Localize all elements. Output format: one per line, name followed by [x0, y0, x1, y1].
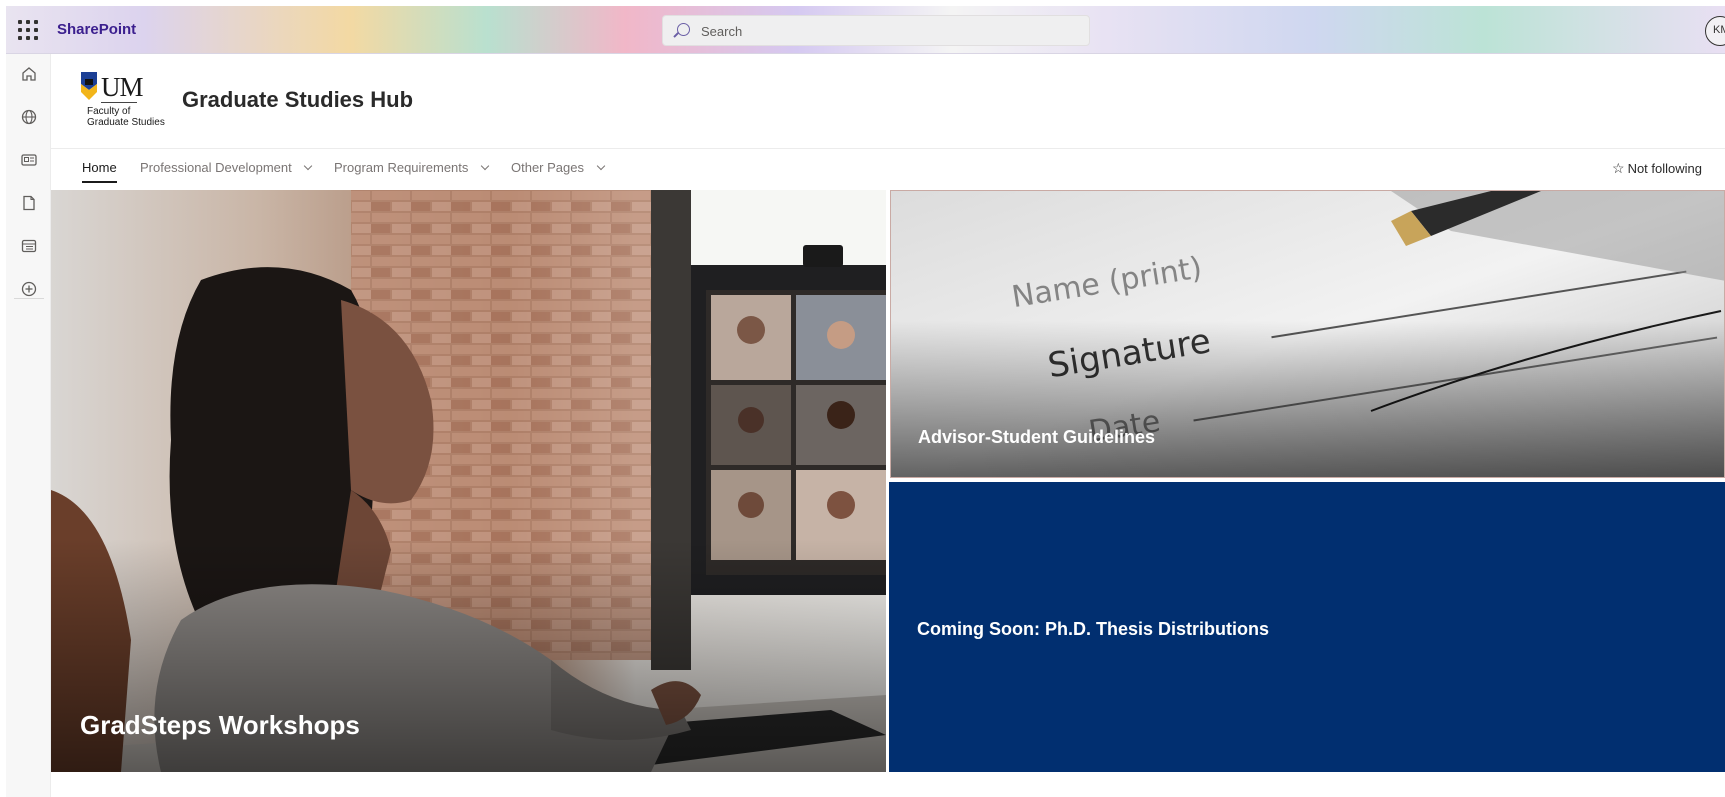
- search-icon: [677, 23, 690, 36]
- page-canvas-bottom: [51, 772, 1725, 797]
- follow-label: Not following: [1627, 161, 1702, 176]
- add-icon[interactable]: [20, 280, 38, 298]
- follow-button[interactable]: ☆ Not following: [1612, 160, 1702, 177]
- list-icon[interactable]: [20, 237, 38, 255]
- nav-item-label: Home: [82, 160, 117, 175]
- app-launcher-icon[interactable]: [18, 20, 38, 40]
- nav-item-professional-development[interactable]: Professional Development: [140, 160, 313, 175]
- hero-tile-advisor-guidelines[interactable]: Name (print) Signature Date Advisor-Stud…: [890, 190, 1725, 478]
- home-icon[interactable]: [20, 65, 38, 83]
- globe-icon[interactable]: [20, 108, 38, 126]
- file-icon[interactable]: [20, 194, 38, 212]
- app-name-link[interactable]: SharePoint: [57, 21, 136, 38]
- nav-item-home[interactable]: Home: [82, 160, 117, 183]
- chevron-down-icon: [480, 161, 490, 171]
- news-icon[interactable]: [20, 151, 38, 169]
- chevron-down-icon: [596, 161, 605, 171]
- hero-web-part: GradSteps Workshops Na: [51, 190, 1725, 772]
- rail-divider: [14, 298, 44, 299]
- hero-tile-thesis-distributions[interactable]: Coming Soon: Ph.D. Thesis Distributions: [889, 482, 1725, 772]
- site-navigation: Home Professional Development Program Re…: [51, 149, 1725, 190]
- avatar[interactable]: KM: [1705, 16, 1725, 46]
- search-box[interactable]: Search: [662, 15, 1090, 46]
- site-title[interactable]: Graduate Studies Hub: [182, 87, 413, 113]
- left-app-bar: [6, 54, 51, 797]
- sharepoint-page: SharePoint Search KM: [0, 0, 1725, 797]
- nav-item-label: Other Pages: [511, 160, 584, 175]
- site-logo[interactable]: UM Faculty of Graduate Studies: [79, 68, 165, 138]
- active-indicator: [82, 181, 117, 183]
- hero-tile-title: Coming Soon: Ph.D. Thesis Distributions: [917, 619, 1270, 639]
- logo-rule: [101, 102, 137, 103]
- logo-subtitle: Faculty of Graduate Studies: [87, 106, 165, 128]
- star-icon: ☆: [1612, 160, 1625, 176]
- logo-subtitle-line2: Graduate Studies: [87, 117, 165, 128]
- woman-video-call-image: [51, 190, 886, 772]
- search-placeholder: Search: [701, 24, 743, 39]
- suite-bar: SharePoint Search KM: [6, 6, 1725, 54]
- nav-item-program-requirements[interactable]: Program Requirements: [334, 160, 490, 175]
- crest-icon: [81, 72, 97, 100]
- hero-tile-title: GradSteps Workshops: [80, 710, 360, 740]
- nav-item-label: Program Requirements: [334, 160, 469, 175]
- logo-subtitle-line1: Faculty of: [87, 106, 131, 117]
- logo-mark: UM: [101, 72, 144, 102]
- nav-item-label: Professional Development: [140, 160, 292, 175]
- hero-tile-title: Advisor-Student Guidelines: [918, 427, 1156, 447]
- chevron-down-icon: [304, 161, 313, 171]
- nav-item-other-pages[interactable]: Other Pages: [511, 160, 605, 175]
- site-header: UM Faculty of Graduate Studies Graduate …: [51, 54, 1725, 149]
- hero-tile-gradsteps[interactable]: GradSteps Workshops: [51, 190, 886, 772]
